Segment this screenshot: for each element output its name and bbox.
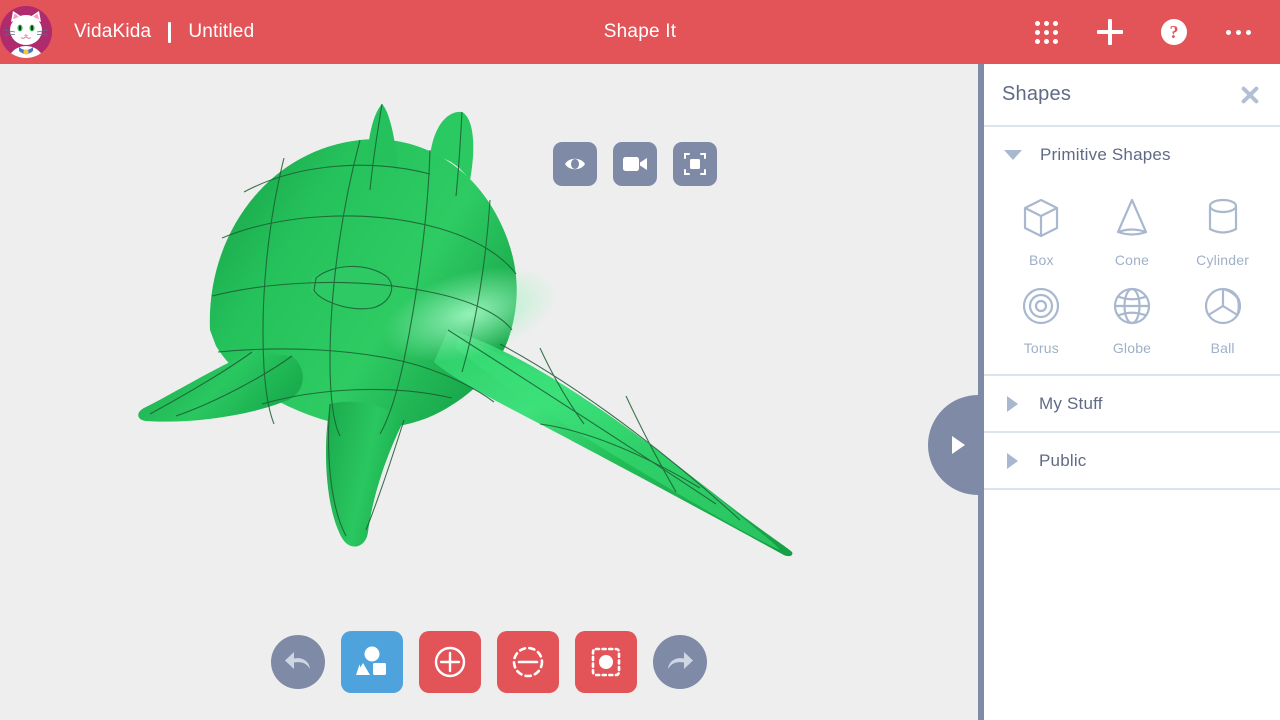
ball-icon xyxy=(1204,287,1241,325)
redo-arrow-icon xyxy=(668,652,693,669)
primitive-shapes-grid: Box Cone Cylinder Torus Globe Ball xyxy=(984,182,1280,374)
header-actions: ? xyxy=(1014,0,1280,64)
model-left-fin xyxy=(138,352,303,422)
model-tail-highlight xyxy=(456,338,780,550)
help-circle-icon: ? xyxy=(1161,19,1187,45)
view-mode-button[interactable] xyxy=(553,142,597,186)
shape-label: Torus xyxy=(1023,340,1059,356)
cylinder-icon xyxy=(1208,198,1237,234)
cone-icon xyxy=(1116,198,1148,236)
chevron-down-icon xyxy=(1004,149,1022,160)
panel-header: Shapes xyxy=(984,64,1280,125)
section-label: Public xyxy=(1039,450,1087,470)
eye-icon xyxy=(565,158,585,170)
add-button[interactable] xyxy=(1078,0,1142,64)
chevron-right-icon xyxy=(1007,452,1018,469)
section-header-public[interactable]: Public xyxy=(984,433,1280,488)
more-button[interactable] xyxy=(1206,0,1270,64)
redo-button[interactable] xyxy=(653,635,707,689)
box-icon xyxy=(1024,198,1059,238)
shape-label: Ball xyxy=(1210,340,1235,356)
fit-view-button[interactable] xyxy=(673,142,717,186)
model-spike-left xyxy=(367,104,398,172)
section-label: My Stuff xyxy=(1039,393,1103,413)
chevron-right-icon xyxy=(1007,395,1018,412)
apps-grid-icon xyxy=(1034,20,1058,44)
bottom-toolbar xyxy=(0,631,978,693)
shape-label: Globe xyxy=(1112,340,1152,356)
undo-button[interactable] xyxy=(271,635,325,689)
3d-model[interactable] xyxy=(0,64,978,720)
help-button[interactable]: ? xyxy=(1142,0,1206,64)
add-shape-button[interactable] xyxy=(419,631,481,693)
shape-item-cylinder[interactable]: Cylinder xyxy=(1177,188,1268,268)
apps-button[interactable] xyxy=(1014,0,1078,64)
shape-label: Cylinder xyxy=(1196,252,1250,268)
shape-label: Box xyxy=(1028,252,1054,268)
document-title[interactable]: Untitled xyxy=(188,21,254,43)
ellipsis-icon xyxy=(1225,29,1251,35)
section-header-my-stuff[interactable]: My Stuff xyxy=(984,376,1280,431)
shape-item-globe[interactable]: Globe xyxy=(1087,276,1178,356)
torus-icon xyxy=(1023,287,1060,325)
app-root: VidaKida Untitled ? Shape It Shapes Prim… xyxy=(0,0,1280,720)
viewport-canvas[interactable] xyxy=(0,64,978,720)
divider-line xyxy=(984,488,1280,490)
circle-plus-icon xyxy=(434,646,466,678)
shape-item-ball[interactable]: Ball xyxy=(1177,276,1268,356)
avatar[interactable] xyxy=(0,6,52,58)
section-header-primitive-shapes[interactable]: Primitive Shapes xyxy=(984,127,1280,182)
panel-title: Shapes xyxy=(1002,83,1072,105)
dotted-square-circle-icon xyxy=(591,647,621,677)
shape-label: Cone xyxy=(1114,252,1150,268)
group-shape-button[interactable] xyxy=(575,631,637,693)
header-separator xyxy=(168,21,172,43)
app-header: VidaKida Untitled ? xyxy=(0,0,1280,64)
shapes-icon xyxy=(356,646,386,675)
globe-icon xyxy=(1113,287,1151,325)
subtract-shape-button[interactable] xyxy=(497,631,559,693)
section-label: Primitive Shapes xyxy=(1040,144,1171,164)
close-icon[interactable] xyxy=(1236,81,1264,109)
shapes-button[interactable] xyxy=(341,631,403,693)
chevron-right-icon xyxy=(951,436,965,454)
record-button[interactable] xyxy=(613,142,657,186)
brand-name: VidaKida xyxy=(74,21,152,42)
shapes-panel: Shapes Primitive Shapes Box Cone Cylinde… xyxy=(984,64,1280,720)
cat-avatar-icon xyxy=(0,6,52,58)
model-lower-fin xyxy=(326,401,404,547)
plus-icon xyxy=(1097,19,1123,45)
fit-frame-icon xyxy=(684,153,706,175)
shape-item-box[interactable]: Box xyxy=(996,188,1087,268)
shape-item-torus[interactable]: Torus xyxy=(996,276,1087,356)
undo-arrow-icon xyxy=(285,652,310,669)
dashed-circle-minus-icon xyxy=(512,646,544,678)
viewport-toolbar xyxy=(553,142,717,186)
video-camera-icon xyxy=(623,157,647,171)
shape-item-cone[interactable]: Cone xyxy=(1087,188,1178,268)
